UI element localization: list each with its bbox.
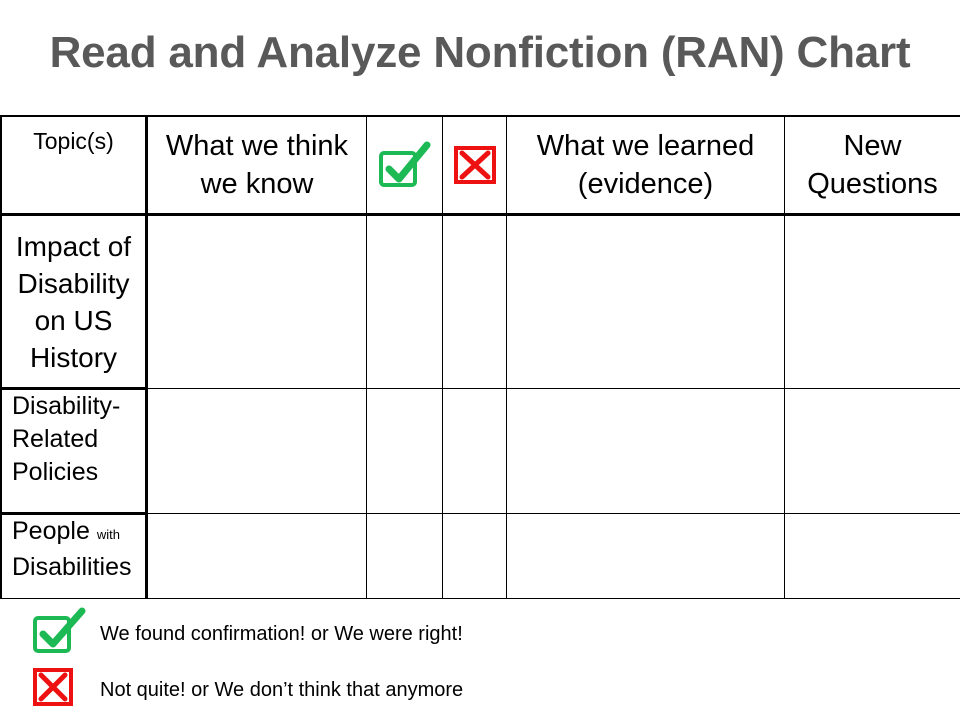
header-what-we-think: What we think we know: [148, 117, 366, 213]
topic-line: People with: [12, 515, 120, 551]
cell-think-row1[interactable]: [148, 216, 366, 387]
row-divider: [146, 513, 960, 514]
ran-chart-table: Topic(s) What we think we know What we l…: [0, 115, 960, 599]
topic-main-word: People: [12, 517, 90, 545]
topic-line: Disability: [17, 267, 130, 299]
page-title: Read and Analyze Nonfiction (RAN) Chart: [49, 28, 911, 77]
header-learned-line2: (evidence): [577, 168, 714, 200]
cell-questions-row3[interactable]: [785, 515, 960, 598]
green-check-box-icon: [33, 607, 86, 653]
cell-rejected-row2[interactable]: [443, 390, 506, 512]
topic-line: Related: [12, 425, 99, 453]
topic-line: Disability-: [12, 392, 121, 420]
topic-cell-people: People with Disabilities: [2, 515, 145, 598]
header-confirmed: [367, 117, 442, 213]
row-divider: [146, 388, 960, 389]
topic-line: Impact of: [15, 230, 132, 262]
red-x-box-icon: [453, 146, 496, 184]
topic-line: History: [29, 341, 118, 373]
header-think-line2: we know: [200, 168, 314, 200]
topic-line: Disabilities: [12, 553, 132, 581]
topic-cell-impact-history: Impact of Disability on US History: [2, 216, 145, 387]
cell-questions-row2[interactable]: [785, 390, 960, 512]
cell-questions-row1[interactable]: [785, 216, 960, 387]
header-new-questions: New Questions: [785, 117, 960, 213]
header-rejected: [443, 117, 506, 213]
cell-think-row3[interactable]: [148, 515, 366, 598]
cell-confirmed-row3[interactable]: [367, 515, 442, 598]
topic-line: on US: [34, 304, 113, 336]
red-x-box-icon: [33, 668, 73, 706]
cell-confirmed-row1[interactable]: [367, 216, 442, 387]
header-learned-line1: What we learned: [536, 130, 755, 162]
cell-learned-row2[interactable]: [507, 390, 784, 512]
cell-learned-row3[interactable]: [507, 515, 784, 598]
header-topics: Topic(s): [2, 117, 145, 213]
header-what-we-learned: What we learned (evidence): [507, 117, 784, 213]
header-questions-line2: Questions: [807, 168, 938, 200]
cell-think-row2[interactable]: [148, 390, 366, 512]
cell-confirmed-row2[interactable]: [367, 390, 442, 512]
topic-small-word: with: [96, 527, 120, 542]
header-think-line1: What we think: [165, 130, 349, 162]
legend-rejected-text: Not quite! or We don’t think that anymor…: [100, 679, 464, 701]
table-border-bottom: [0, 598, 960, 599]
cell-rejected-row1[interactable]: [443, 216, 506, 387]
green-check-box-icon: [378, 141, 430, 187]
cell-rejected-row3[interactable]: [443, 515, 506, 598]
header-topics-label: Topic(s): [33, 128, 114, 154]
header-questions-line1: New: [843, 130, 902, 162]
topic-line: Policies: [12, 458, 99, 486]
cell-learned-row1[interactable]: [507, 216, 784, 387]
legend-confirmed-text: We found confirmation! or We were right!: [100, 623, 463, 645]
topic-cell-policies: Disability- Related Policies: [2, 390, 145, 512]
